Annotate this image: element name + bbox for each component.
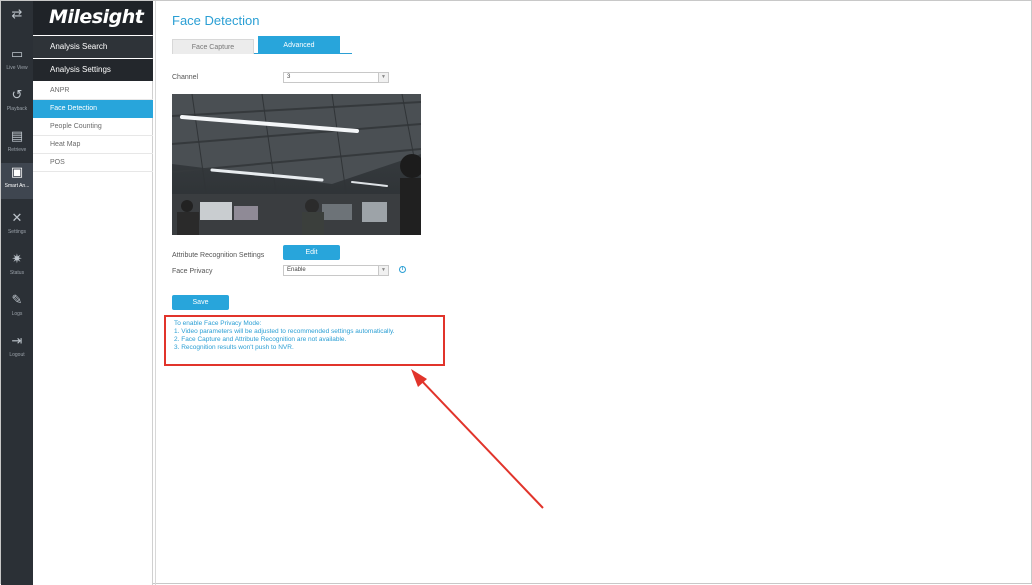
app-window: ⇄ ▭ Live View ↺ Playback ▤ Retrieve ▣ Sm… [0, 0, 1032, 585]
annotation-arrow [411, 369, 544, 509]
